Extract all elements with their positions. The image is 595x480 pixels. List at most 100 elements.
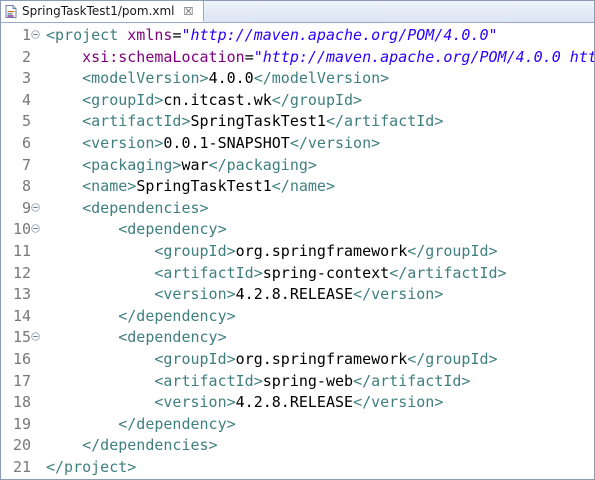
code-content: <artifactId>spring-context</artifactId> [46, 263, 506, 285]
code-line[interactable]: 16 <groupId>org.springframework</groupId… [1, 349, 594, 371]
line-number: 10 [12, 220, 31, 239]
code-content: </dependency> [46, 306, 235, 328]
code-content: <dependency> [46, 219, 227, 241]
xml-text: SpringTaskTest1 [136, 177, 272, 196]
code-content: <version>0.0.1-SNAPSHOT</version> [46, 133, 380, 155]
code-line[interactable]: 3 <modelVersion>4.0.0</modelVersion> [1, 68, 594, 90]
code-line[interactable]: 15 <dependency> [1, 327, 594, 349]
code-line[interactable]: 10 <dependency> [1, 219, 594, 241]
close-tab-icon[interactable]: ☒ [184, 6, 194, 17]
code-line[interactable]: 9 <dependencies> [1, 198, 594, 220]
xml-attribute-value: "http://maven.apache.org/POM/4.0.0 http:… [253, 47, 594, 66]
xml-tag: <groupId> [154, 350, 236, 368]
xml-tag: </artifactId> [325, 112, 444, 131]
code-line[interactable]: 11 <groupId>org.springframework</groupId… [1, 241, 594, 263]
code-content: </dependencies> [46, 435, 217, 457]
editor-tab-bar: SpringTaskTest1/pom.xml ☒ [1, 1, 594, 23]
xml-tag: </version> [289, 134, 381, 152]
fold-collapse-icon[interactable] [31, 30, 40, 39]
line-number: 13 [12, 285, 31, 304]
fold-collapse-icon[interactable] [31, 203, 40, 212]
code-line[interactable]: 18 <version>4.2.8.RELEASE</version> [1, 392, 594, 414]
line-number: 3 [21, 69, 31, 88]
xml-tag: <modelVersion> [82, 69, 209, 88]
code-line[interactable]: 5 <artifactId>SpringTaskTest1</artifactI… [1, 111, 594, 133]
xml-tag: </groupId> [271, 90, 363, 109]
code-line[interactable]: 6 <version>0.0.1-SNAPSHOT</version> [1, 133, 594, 155]
line-number: 20 [12, 436, 31, 455]
code-line[interactable]: 1 <project xmlns="http://maven.apache.org… [1, 25, 594, 47]
xml-text: 4.2.8.RELEASE [235, 393, 354, 412]
xml-tag: <name> [82, 177, 137, 196]
code-content: xsi:schemaLocation="http://maven.apache.… [46, 47, 594, 69]
fold-collapse-icon[interactable] [31, 332, 40, 342]
xml-tag: </version> [353, 285, 444, 304]
line-number: 18 [12, 393, 31, 412]
line-number: 11 [12, 242, 31, 260]
xml-tag: </dependency> [118, 414, 236, 433]
code-content: <modelVersion>4.0.0</modelVersion> [46, 68, 389, 90]
line-number: 19 [12, 414, 31, 433]
line-number: 9 [21, 198, 31, 217]
xml-text [118, 26, 127, 44]
code-content: <version>4.2.8.RELEASE</version> [46, 392, 443, 414]
fold-collapse-icon[interactable] [31, 224, 40, 234]
code-line[interactable]: 17 <artifactId>spring-web</artifactId> [1, 371, 594, 393]
line-number: 21 [12, 458, 31, 476]
code-content: <groupId>org.springframework</groupId> [46, 349, 497, 371]
tab-title: SpringTaskTest1/pom.xml [22, 4, 175, 18]
code-line[interactable]: 14 </dependency> [1, 306, 594, 328]
xml-attribute-value: "http://maven.apache.org/POM/4.0.0" [181, 26, 498, 44]
code-content: <artifactId>spring-web</artifactId> [46, 371, 470, 393]
xml-tag: </project> [46, 458, 137, 476]
xml-tag: </artifactId> [353, 371, 471, 390]
code-line[interactable]: 20 </dependencies> [1, 435, 594, 457]
line-number: 17 [12, 371, 31, 390]
xml-attribute: xmlns [127, 26, 173, 44]
xml-tag: <version> [154, 285, 236, 304]
xml-text: 4.2.8.RELEASE [235, 285, 354, 304]
xml-text: SpringTaskTest1 [190, 112, 326, 131]
xml-tag: <dependency> [118, 220, 227, 239]
xml-text: spring-web [262, 371, 354, 390]
editor-window: SpringTaskTest1/pom.xml ☒ 1 <project xmln… [0, 0, 595, 480]
xml-tag: <groupId> [82, 90, 164, 109]
code-line[interactable]: 13 <version>4.2.8.RELEASE</version> [1, 284, 594, 306]
xml-tag: </version> [353, 393, 444, 412]
xml-tag: <groupId> [154, 242, 236, 260]
code-line[interactable]: 12 <artifactId>spring-context</artifactI… [1, 263, 594, 285]
xml-tag: </packaging> [208, 155, 317, 174]
xml-tag: <dependency> [118, 328, 227, 347]
code-content: <dependency> [46, 327, 227, 349]
code-line[interactable]: 8 <name>SpringTaskTest1</name> [1, 176, 594, 198]
code-line[interactable]: 2 xsi:schemaLocation="http://maven.apach… [1, 47, 594, 69]
xml-text: cn.itcast.wk [163, 90, 272, 109]
xml-tag: <version> [154, 393, 236, 412]
code-line[interactable]: 21 </project> [1, 457, 594, 479]
code-line[interactable]: 4 <groupId>cn.itcast.wk</groupId> [1, 90, 594, 112]
xml-text: org.springframework [235, 242, 408, 260]
xml-tag: </modelVersion> [253, 69, 390, 88]
code-content: <version>4.2.8.RELEASE</version> [46, 284, 443, 306]
xml-file-icon [5, 4, 17, 18]
code-content: <dependencies> [46, 198, 209, 220]
code-line[interactable]: 7 <packaging>war</packaging> [1, 155, 594, 177]
code-content: <name>SpringTaskTest1</name> [46, 176, 335, 198]
xml-text: 0.0.1-SNAPSHOT [163, 134, 290, 152]
code-editor[interactable]: 1 <project xmlns="http://maven.apache.org… [1, 23, 594, 479]
code-content: <groupId>org.springframework</groupId> [46, 241, 498, 263]
code-content: <project xmlns="http://maven.apache.org/… [46, 25, 498, 47]
code-content: <artifactId>SpringTaskTest1</artifactId> [46, 111, 443, 133]
xml-tag: <artifactId> [154, 371, 263, 390]
xml-tag: <dependencies> [82, 198, 209, 217]
line-number: 15 [12, 328, 31, 347]
xml-text: spring-context [262, 263, 390, 282]
code-line[interactable]: 19 </dependency> [1, 414, 594, 436]
editor-tab-pom-xml[interactable]: SpringTaskTest1/pom.xml ☒ [1, 1, 205, 22]
xml-tag: <artifactId> [154, 263, 263, 282]
line-number: 2 [21, 47, 31, 66]
xml-text: org.springframework [235, 350, 408, 368]
xml-tag: </groupId> [407, 242, 498, 260]
line-number: 5 [21, 112, 31, 131]
code-content: <packaging>war</packaging> [46, 155, 317, 177]
